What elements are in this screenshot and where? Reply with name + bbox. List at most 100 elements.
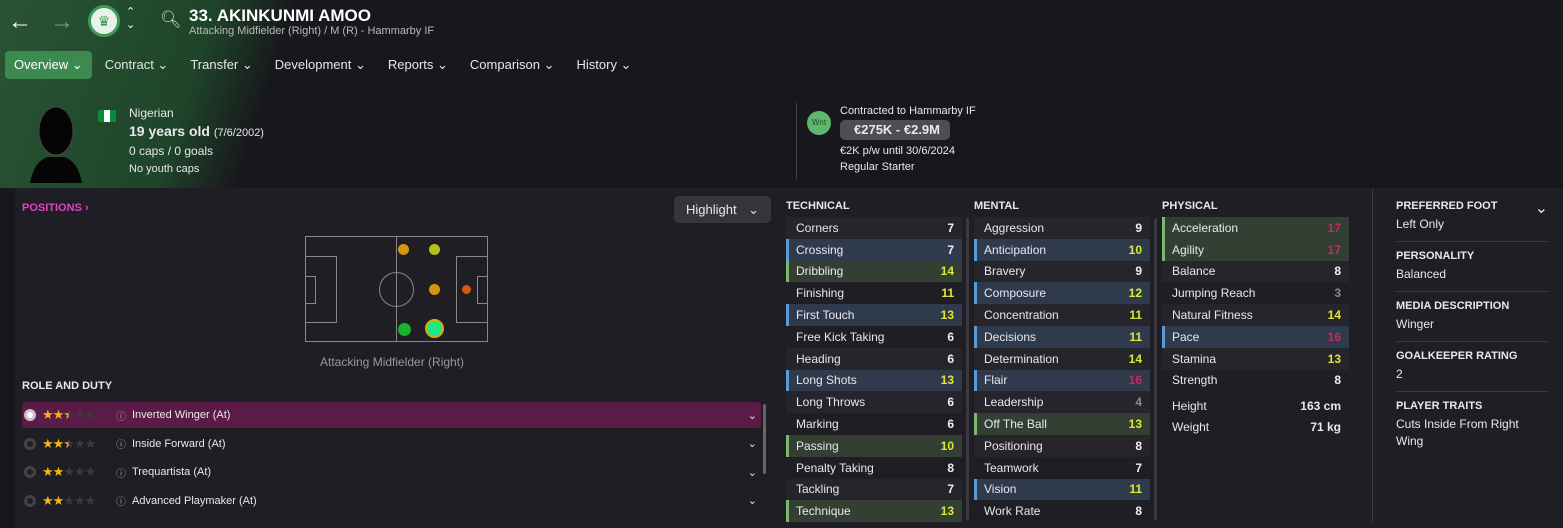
attribute-row[interactable]: Positioning 8 bbox=[974, 434, 1150, 457]
attribute-row[interactable]: Stamina 13 bbox=[1162, 347, 1349, 370]
attribute-name: Natural Fitness bbox=[1172, 308, 1253, 323]
attribute-row[interactable]: Teamwork 7 bbox=[974, 457, 1150, 479]
attribute-row[interactable]: Flair 16 bbox=[974, 369, 1150, 392]
attribute-row[interactable]: Vision 11 bbox=[974, 478, 1150, 501]
attribute-name: Flair bbox=[984, 373, 1008, 388]
attribute-name: Strength bbox=[1172, 373, 1218, 388]
attribute-row[interactable]: Free Kick Taking 6 bbox=[786, 326, 962, 348]
nav-tabs: Overview ⌄ Contract ⌄ Transfer ⌄ Develop… bbox=[5, 51, 640, 79]
physical-column: PHYSICAL Acceleration 17 Agility 17 Balance 8 J… bbox=[1162, 200, 1349, 437]
role-rating: ★★★★★ bbox=[42, 407, 116, 423]
attribute-name: Composure bbox=[984, 286, 1047, 301]
info-icon[interactable]: ⓘ bbox=[116, 436, 126, 451]
attribute-row[interactable]: Strength 8 bbox=[1162, 370, 1349, 392]
info-icon[interactable]: ⓘ bbox=[116, 493, 126, 508]
transfer-value-tag[interactable]: €275K - €2.9M bbox=[840, 120, 950, 140]
tab-reports[interactable]: Reports ⌄ bbox=[379, 51, 457, 79]
attribute-row[interactable]: Agility 17 bbox=[1162, 238, 1349, 261]
tab-contract[interactable]: Contract ⌄ bbox=[96, 51, 178, 79]
player-details: PREFERRED FOOT Left Only ⌄ PERSONALITY Balan… bbox=[1372, 188, 1563, 523]
attribute-row[interactable]: Pace 16 bbox=[1162, 325, 1349, 348]
role-radio[interactable] bbox=[24, 409, 36, 421]
attribute-row[interactable]: Penalty Taking 8 bbox=[786, 457, 962, 479]
detail-item: MEDIA DESCRIPTION Winger bbox=[1396, 300, 1548, 342]
attribute-row[interactable]: Balance 8 bbox=[1162, 260, 1349, 283]
highlight-dropdown[interactable]: Highlight ⌄ bbox=[674, 196, 771, 223]
attribute-row[interactable]: Finishing 11 bbox=[786, 282, 962, 304]
attribute-row[interactable]: Bravery 9 bbox=[974, 260, 1150, 283]
role-radio[interactable] bbox=[24, 466, 36, 478]
role-rating: ★★★★★ bbox=[42, 436, 116, 452]
tab-overview[interactable]: Overview ⌄ bbox=[5, 51, 92, 79]
attribute-row[interactable]: Determination 14 bbox=[974, 347, 1150, 370]
attribute-row[interactable]: Long Shots 13 bbox=[786, 369, 962, 392]
chevron-down-icon[interactable]: ⌄ bbox=[1535, 198, 1548, 218]
attribute-value: 8 bbox=[1334, 373, 1341, 388]
attribute-value: 11 bbox=[1129, 308, 1142, 323]
role-rating: ★★★★★ bbox=[42, 493, 116, 509]
attribute-name: Leadership bbox=[984, 395, 1044, 410]
attribute-row[interactable]: First Touch 13 bbox=[786, 304, 962, 326]
attribute-value: 8 bbox=[1334, 264, 1341, 279]
attribute-row[interactable]: Anticipation 10 bbox=[974, 238, 1150, 261]
attribute-row[interactable]: Acceleration 17 bbox=[1162, 217, 1349, 239]
attribute-name: Off The Ball bbox=[984, 417, 1047, 432]
chevron-updown-icon[interactable]: ⌃ ⌄ bbox=[126, 6, 135, 32]
chevron-down-icon[interactable]: ⌄ bbox=[748, 409, 757, 422]
attribute-row[interactable]: Aggression 9 bbox=[974, 217, 1150, 239]
attribute-value: 14 bbox=[940, 264, 954, 279]
role-item[interactable]: ★★★★★ ⓘ Inside Forward (At) ⌄ bbox=[22, 431, 761, 457]
attribute-row[interactable]: Work Rate 8 bbox=[974, 500, 1150, 522]
role-item[interactable]: ★★★★★ ⓘ Advanced Playmaker (At) ⌄ bbox=[22, 488, 761, 514]
attribute-row[interactable]: Dribbling 14 bbox=[786, 260, 962, 283]
star-icon: ★ bbox=[63, 407, 75, 422]
attribute-row[interactable]: Concentration 11 bbox=[974, 304, 1150, 326]
attribute-row[interactable]: Heading 6 bbox=[786, 347, 962, 370]
star-icon: ★ bbox=[42, 464, 54, 479]
role-radio[interactable] bbox=[24, 437, 36, 450]
tab-history[interactable]: History ⌄ bbox=[568, 51, 641, 79]
attribute-row[interactable]: Decisions 11 bbox=[974, 325, 1150, 348]
attribute-row[interactable]: Long Throws 6 bbox=[786, 391, 962, 414]
attribute-row[interactable]: Crossing 7 bbox=[786, 238, 962, 261]
attribute-row[interactable]: Off The Ball 13 bbox=[974, 413, 1150, 435]
attribute-row[interactable]: Natural Fitness 14 bbox=[1162, 304, 1349, 326]
attribute-row[interactable]: Tackling 7 bbox=[786, 478, 962, 501]
chevron-down-icon[interactable]: ⌄ bbox=[748, 494, 757, 507]
search-icon[interactable]: 🔍︎ bbox=[160, 10, 182, 30]
attribute-name: Balance bbox=[1172, 264, 1216, 279]
goal-box-right bbox=[477, 276, 488, 304]
attribute-row[interactable]: Jumping Reach 3 bbox=[1162, 282, 1349, 304]
tab-comparison[interactable]: Comparison ⌄ bbox=[461, 51, 564, 79]
mental-title: MENTAL bbox=[974, 200, 1020, 212]
star-icon: ★ bbox=[52, 464, 65, 479]
attribute-row[interactable]: Corners 7 bbox=[786, 217, 962, 239]
role-scrollbar[interactable] bbox=[763, 404, 766, 474]
info-icon[interactable]: ⓘ bbox=[116, 465, 126, 480]
role-radio[interactable] bbox=[24, 494, 36, 507]
attribute-name: Positioning bbox=[984, 438, 1043, 453]
info-icon[interactable]: ⓘ bbox=[116, 408, 126, 423]
tab-development[interactable]: Development ⌄ bbox=[266, 51, 375, 79]
attribute-value: 16 bbox=[1327, 329, 1341, 344]
club-badge[interactable]: ♛ bbox=[88, 5, 120, 37]
star-icon: ★ bbox=[63, 435, 75, 451]
attribute-value: 9 bbox=[1135, 264, 1142, 279]
attribute-row[interactable]: Technique 13 bbox=[786, 500, 962, 523]
role-item[interactable]: ★★★★★ ⓘ Trequartista (At) ⌄ bbox=[22, 459, 761, 485]
forward-arrow-icon[interactable]: → bbox=[50, 8, 74, 36]
chevron-down-icon[interactable]: ⌄ bbox=[748, 466, 757, 479]
attribute-name: Stamina bbox=[1172, 351, 1217, 366]
chevron-down-icon[interactable]: ⌄ bbox=[748, 437, 757, 450]
attribute-row[interactable]: Leadership 4 bbox=[974, 391, 1150, 414]
attribute-name: Technique bbox=[796, 504, 851, 519]
attribute-row[interactable]: Passing 10 bbox=[786, 434, 962, 457]
attribute-row[interactable]: Marking 6 bbox=[786, 413, 962, 435]
tab-transfer[interactable]: Transfer ⌄ bbox=[181, 51, 261, 79]
detail-label: MEDIA DESCRIPTION bbox=[1396, 300, 1510, 312]
attribute-row[interactable]: Composure 12 bbox=[974, 282, 1150, 305]
role-item[interactable]: ★★★★★ ⓘ Inverted Winger (At) ⌄ bbox=[22, 402, 761, 428]
positions-link[interactable]: POSITIONS › bbox=[22, 202, 89, 214]
back-arrow-icon[interactable]: ← bbox=[8, 8, 32, 36]
attribute-value: 8 bbox=[1135, 504, 1142, 519]
